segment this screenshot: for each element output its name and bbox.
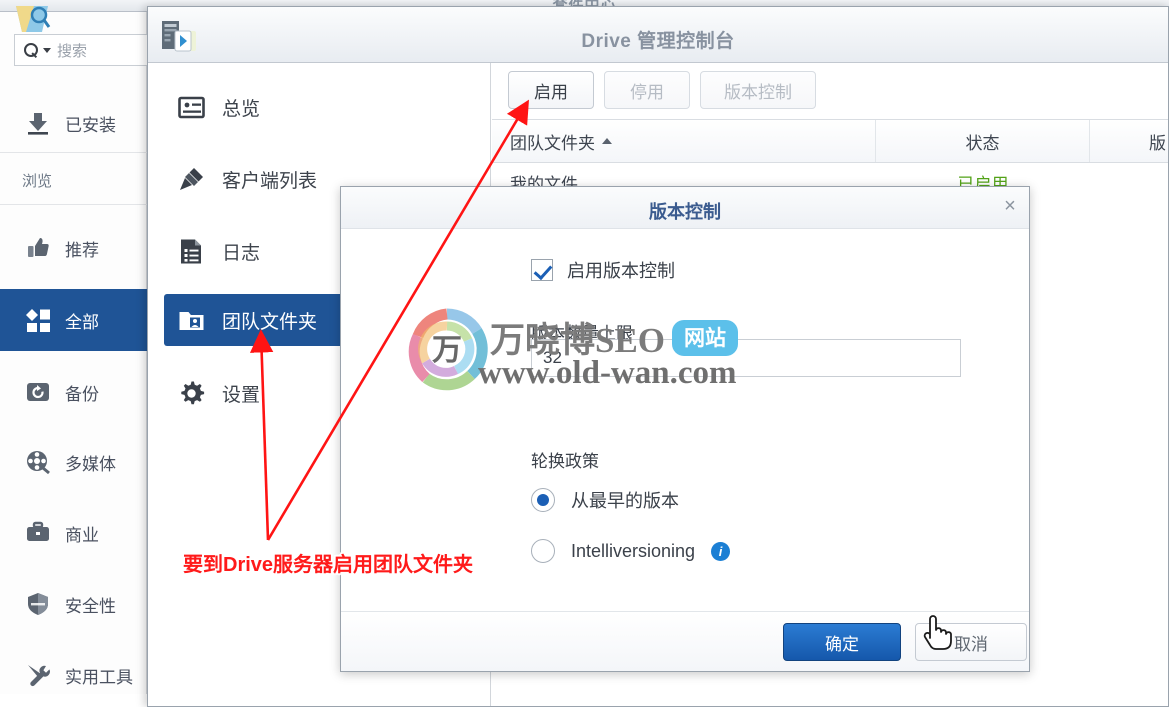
nav-item-label: 日志 [222, 242, 261, 264]
briefcase-icon [24, 519, 52, 547]
sidebar-divider [0, 152, 147, 153]
dialog-body: 启用版本控制 版本数量上限 32 轮换政策 从最早的版本 Intellivers… [341, 229, 1029, 612]
disable-button[interactable]: 停用 [604, 71, 690, 109]
nav-item-overview[interactable]: 总览 [164, 81, 474, 133]
nav-item-label: 客户端列表 [222, 170, 318, 192]
gear-icon [176, 378, 206, 408]
backup-icon [24, 378, 52, 406]
checkbox-checked-icon[interactable] [531, 259, 553, 281]
sidebar-item-label: 全部 [65, 312, 99, 332]
ok-button[interactable]: 确定 [783, 623, 901, 661]
tools-icon [24, 661, 52, 689]
sidebar-item-business[interactable]: 商业 [0, 502, 147, 564]
rotation-policy-label: 轮换政策 [531, 452, 599, 471]
radio-selected-icon[interactable] [531, 488, 555, 512]
sidebar-item-installed[interactable]: 已安装 [0, 92, 147, 154]
sort-ascending-icon [602, 138, 612, 144]
search-icon [24, 42, 39, 58]
sidebar-item-label: 推荐 [65, 240, 99, 260]
sidebar-item-label: 安全性 [65, 596, 116, 616]
grid-icon [24, 306, 52, 334]
package-center-sidebar: 搜索 已安装 浏览 推荐 全部 备份 多媒体 商业 安全性 实用工具 [0, 6, 184, 694]
table-header-row: 团队文件夹 状态 版 [492, 119, 1168, 163]
drive-toolbar: 启用 停用 版本控制 [492, 63, 1168, 119]
nav-item-label: 设置 [222, 384, 261, 406]
version-control-dialog: 版本控制 × 启用版本控制 版本数量上限 32 轮换政策 从最早的版本 Inte… [340, 186, 1030, 672]
search-placeholder: 搜索 [57, 42, 88, 60]
film-reel-icon [24, 448, 52, 476]
plug-icon [176, 164, 206, 194]
enable-version-control-checkbox[interactable]: 启用版本控制 [531, 257, 675, 283]
shield-icon [24, 590, 52, 618]
sidebar-item-label: 多媒体 [65, 454, 116, 474]
drive-console-titlebar: Drive 管理控制台 [148, 7, 1168, 63]
team-folder-icon [176, 305, 206, 335]
sidebar-item-label: 备份 [65, 384, 99, 404]
log-icon [176, 236, 206, 266]
enable-button[interactable]: 启用 [508, 71, 594, 109]
sidebar-item-recommended[interactable]: 推荐 [0, 217, 147, 279]
column-header-label: 版 [1149, 133, 1166, 153]
nav-item-label: 总览 [222, 98, 261, 120]
nav-item-label: 团队文件夹 [222, 311, 318, 333]
thumbs-up-icon [24, 234, 52, 262]
sidebar-item-utilities[interactable]: 实用工具 [0, 644, 147, 706]
screenshot-root: 套件中心 搜索 [0, 0, 1169, 707]
sidebar-section-label: 浏览 [22, 173, 53, 190]
column-header-status[interactable]: 状态 [876, 120, 1090, 162]
dialog-footer: 确定 取消 [341, 611, 1029, 671]
version-limit-input[interactable]: 32 [531, 339, 961, 377]
column-header-version[interactable]: 版 [1090, 120, 1168, 162]
info-icon[interactable]: i [711, 541, 731, 561]
sidebar-item-label: 商业 [65, 525, 99, 545]
sidebar-item-label: 已安装 [65, 115, 116, 135]
radio-intelliversioning[interactable]: Intelliversioning i [531, 539, 731, 563]
version-control-button[interactable]: 版本控制 [700, 71, 816, 109]
dialog-title: 版本控制 [649, 202, 721, 222]
dialog-header: 版本控制 × [341, 187, 1029, 229]
sidebar-item-backup[interactable]: 备份 [0, 361, 147, 423]
sidebar-item-multimedia[interactable]: 多媒体 [0, 431, 147, 493]
column-header-team-folder[interactable]: 团队文件夹 [492, 120, 876, 162]
radio-unselected-icon[interactable] [531, 539, 555, 563]
sidebar-item-all[interactable]: 全部 [0, 289, 147, 351]
overview-icon [176, 92, 206, 122]
close-icon[interactable]: × [999, 196, 1021, 218]
sidebar-divider [0, 204, 147, 205]
checkbox-label: 启用版本控制 [567, 261, 675, 281]
column-header-label: 状态 [965, 133, 1000, 153]
radio-oldest-version[interactable]: 从最早的版本 [531, 487, 679, 513]
cancel-button[interactable]: 取消 [915, 623, 1027, 661]
cell-version [1090, 163, 1168, 201]
package-center-app-icon [12, 2, 52, 38]
radio-label: Intelliversioning [571, 540, 696, 561]
sidebar-item-label: 实用工具 [65, 667, 133, 687]
sidebar-item-security[interactable]: 安全性 [0, 573, 147, 635]
radio-label: 从最早的版本 [571, 491, 679, 511]
chevron-down-icon[interactable] [43, 47, 51, 53]
download-icon [24, 109, 52, 137]
column-header-label: 团队文件夹 [510, 133, 595, 153]
drive-console-title: Drive 管理控制台 [581, 31, 735, 52]
